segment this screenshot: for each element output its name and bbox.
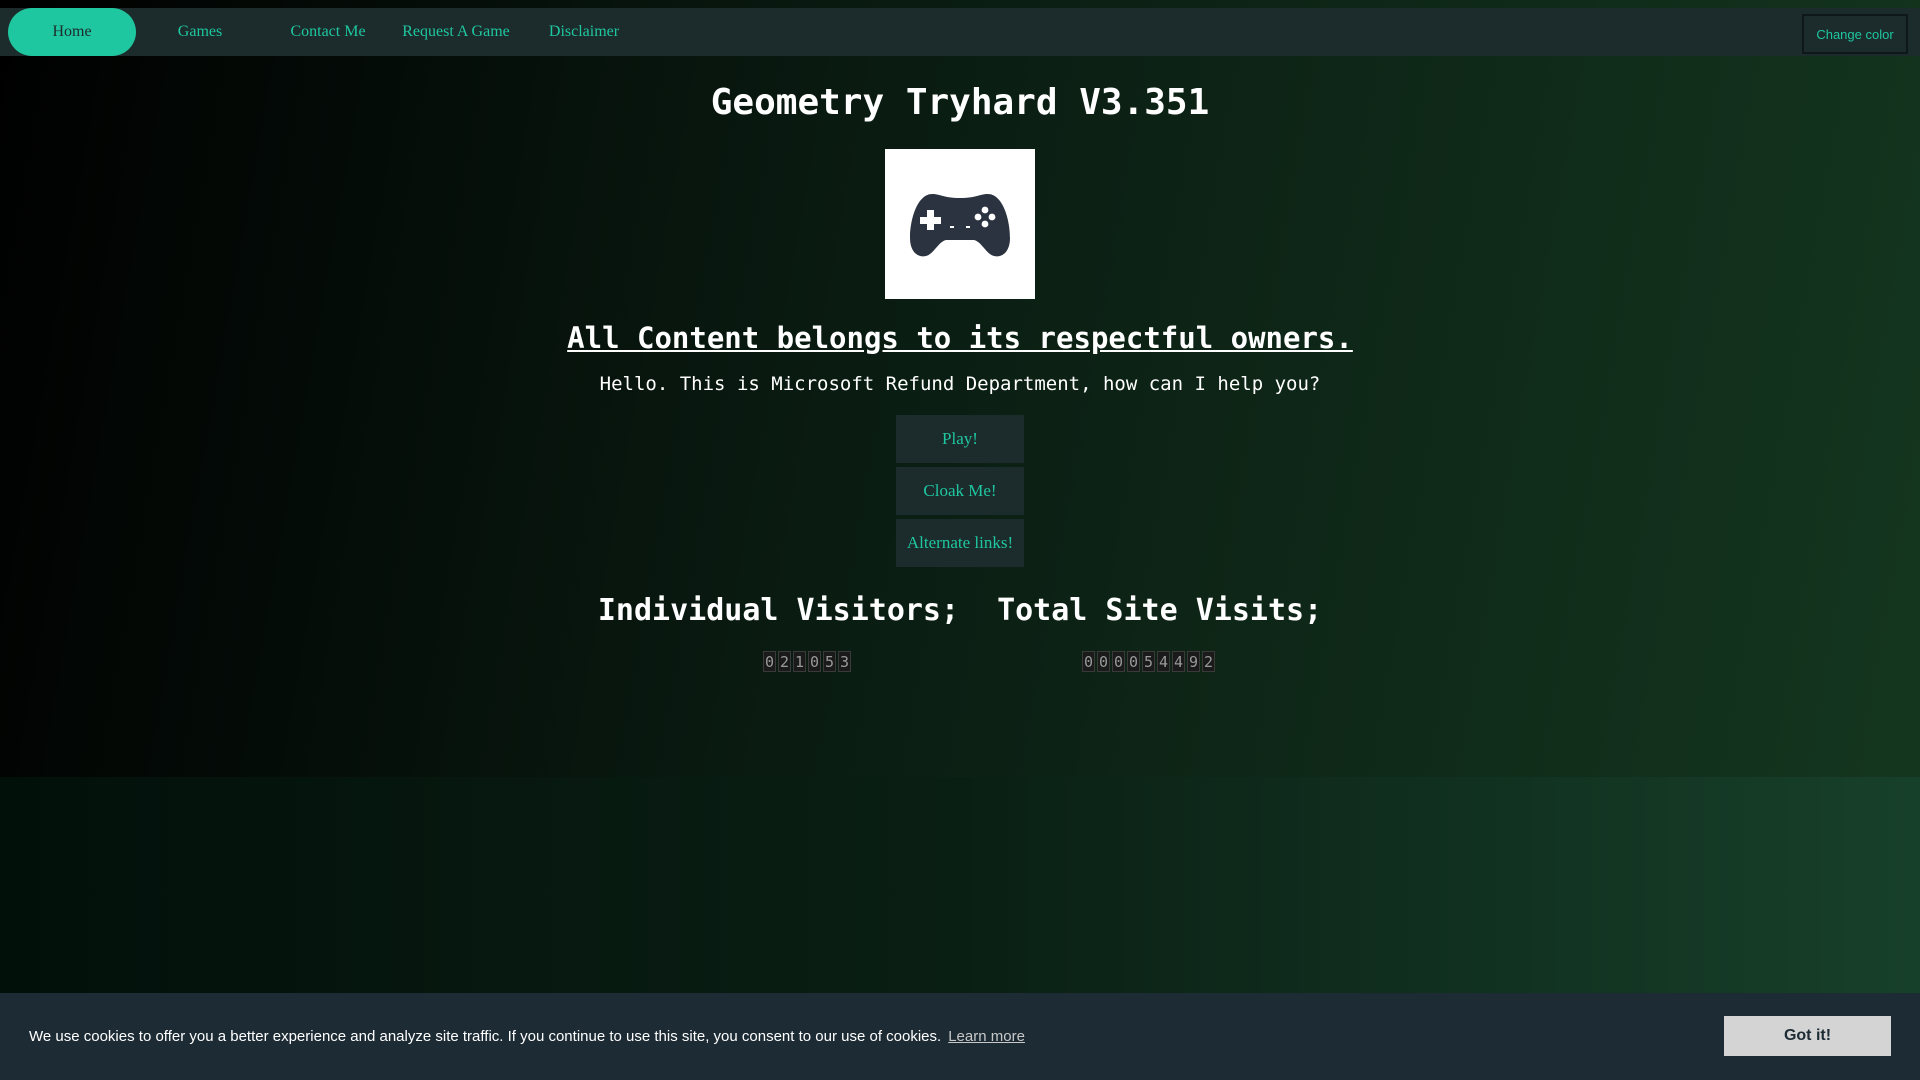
cloak-me-button[interactable]: Cloak Me! bbox=[896, 467, 1024, 515]
individual-visitors-counter: 021053 bbox=[763, 651, 851, 672]
total-site-visits-counter: 000054492 bbox=[1082, 651, 1215, 672]
page-title: Geometry Tryhard V3.351 bbox=[710, 82, 1210, 123]
alternate-links-button[interactable]: Alternate links! bbox=[896, 519, 1024, 567]
counter-digit: 4 bbox=[1157, 651, 1170, 672]
gamepad-icon bbox=[910, 194, 1010, 257]
visitor-stats: Individual Visitors; Total Site Visits; bbox=[598, 593, 1322, 628]
nav-request-a-game[interactable]: Request A Game bbox=[392, 8, 520, 56]
counter-digit: 0 bbox=[1127, 651, 1140, 672]
top-navbar: Home Games Contact Me Request A Game Dis… bbox=[0, 8, 1920, 56]
counter-digit: 2 bbox=[778, 651, 791, 672]
individual-visitors-label: Individual Visitors; bbox=[597, 593, 960, 628]
total-site-visits-label: Total Site Visits; bbox=[997, 593, 1323, 628]
counter-digit: 4 bbox=[1172, 651, 1185, 672]
counter-digit: 0 bbox=[763, 651, 776, 672]
cookie-message: We use cookies to offer you a better exp… bbox=[29, 1028, 942, 1045]
counter-digit: 9 bbox=[1187, 651, 1200, 672]
learn-more-link[interactable]: Learn more bbox=[948, 1028, 1025, 1045]
ownership-heading: All Content belongs to its respectful ow… bbox=[567, 321, 1353, 355]
counter-digit: 5 bbox=[1142, 651, 1155, 672]
visit-counters: 021053 000054492 bbox=[0, 651, 1920, 673]
nav-contact-me[interactable]: Contact Me bbox=[264, 8, 392, 56]
counter-digit: 0 bbox=[1097, 651, 1110, 672]
counter-digit: 3 bbox=[838, 651, 851, 672]
play-button[interactable]: Play! bbox=[896, 415, 1024, 463]
site-logo bbox=[885, 149, 1035, 299]
nav-games[interactable]: Games bbox=[136, 8, 264, 56]
counter-digit: 2 bbox=[1202, 651, 1215, 672]
counter-digit: 0 bbox=[1082, 651, 1095, 672]
accept-cookies-button[interactable]: Got it! bbox=[1724, 1016, 1891, 1056]
cookie-consent-bar: We use cookies to offer you a better exp… bbox=[0, 993, 1920, 1080]
nav-home[interactable]: Home bbox=[8, 8, 136, 56]
greeting-text: Hello. This is Microsoft Refund Departme… bbox=[599, 373, 1321, 395]
main-content: Geometry Tryhard V3.351 All Content belo… bbox=[0, 56, 1920, 628]
change-color-button[interactable]: Change color bbox=[1802, 14, 1908, 54]
counter-digit: 0 bbox=[1112, 651, 1125, 672]
counter-digit: 5 bbox=[823, 651, 836, 672]
counter-digit: 1 bbox=[793, 651, 806, 672]
nav-disclaimer[interactable]: Disclaimer bbox=[520, 8, 648, 56]
counter-digit: 0 bbox=[808, 651, 821, 672]
